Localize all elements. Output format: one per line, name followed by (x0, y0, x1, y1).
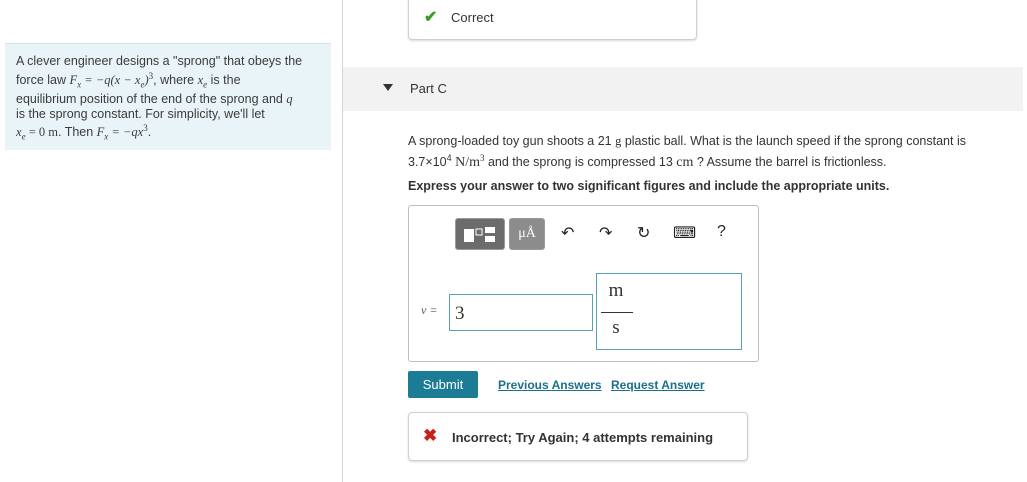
incorrect-label: Incorrect; Try Again; 4 attempts remaini… (452, 430, 714, 445)
previous-answers-link[interactable]: Previous Answers (498, 378, 602, 392)
reset-icon[interactable]: ↻ (637, 223, 650, 243)
correct-feedback: ✔ Correct (408, 0, 697, 40)
problem-line-1: A clever engineer designs a "sprong" tha… (16, 54, 303, 68)
problem-line-2: force law Fx = −q(x − xe)3, where xe is … (16, 70, 241, 90)
problem-line-3: equilibrium position of the end of the s… (16, 92, 293, 107)
caret-down-icon[interactable] (383, 84, 393, 91)
part-label: Part C (410, 81, 447, 96)
redo-icon[interactable]: ↷ (599, 223, 612, 243)
incorrect-feedback: ✖ Incorrect; Try Again; 4 attempts remai… (408, 412, 748, 461)
units-button[interactable]: μÅ (509, 218, 545, 250)
instruction-text: Express your answer to two significant f… (408, 179, 890, 193)
answer-editor: μÅ ↶ ↷ ↻ ⌨ ? v = 3 m s (408, 205, 759, 362)
check-icon: ✔ (424, 9, 438, 26)
unit-denominator[interactable]: s (597, 317, 635, 339)
unit-numerator[interactable]: m (597, 280, 635, 302)
help-icon[interactable]: ? (717, 223, 726, 241)
x-icon: ✖ (423, 426, 438, 445)
units-input[interactable]: m s (596, 273, 742, 350)
submit-button[interactable]: Submit (408, 371, 478, 398)
templates-icon (464, 227, 495, 242)
request-answer-link[interactable]: Request Answer (611, 378, 705, 392)
part-c-header[interactable]: Part C (343, 67, 1023, 111)
templates-button[interactable] (455, 218, 505, 250)
keyboard-icon[interactable]: ⌨ (673, 223, 696, 243)
undo-icon[interactable]: ↶ (561, 223, 574, 243)
variable-label: v = (421, 303, 438, 317)
problem-line-5: xe = 0 m. Then Fx = −qx3. (16, 123, 152, 143)
question-text: A sprong-loaded toy gun shoots a 21 g pl… (408, 134, 966, 171)
value-input[interactable]: 3 (449, 294, 593, 331)
correct-label: Correct (451, 10, 494, 25)
problem-line-4: is the sprong constant. For simplicity, … (16, 106, 265, 121)
fraction-bar (601, 312, 633, 313)
problem-statement: A clever engineer designs a "sprong" tha… (5, 43, 331, 150)
